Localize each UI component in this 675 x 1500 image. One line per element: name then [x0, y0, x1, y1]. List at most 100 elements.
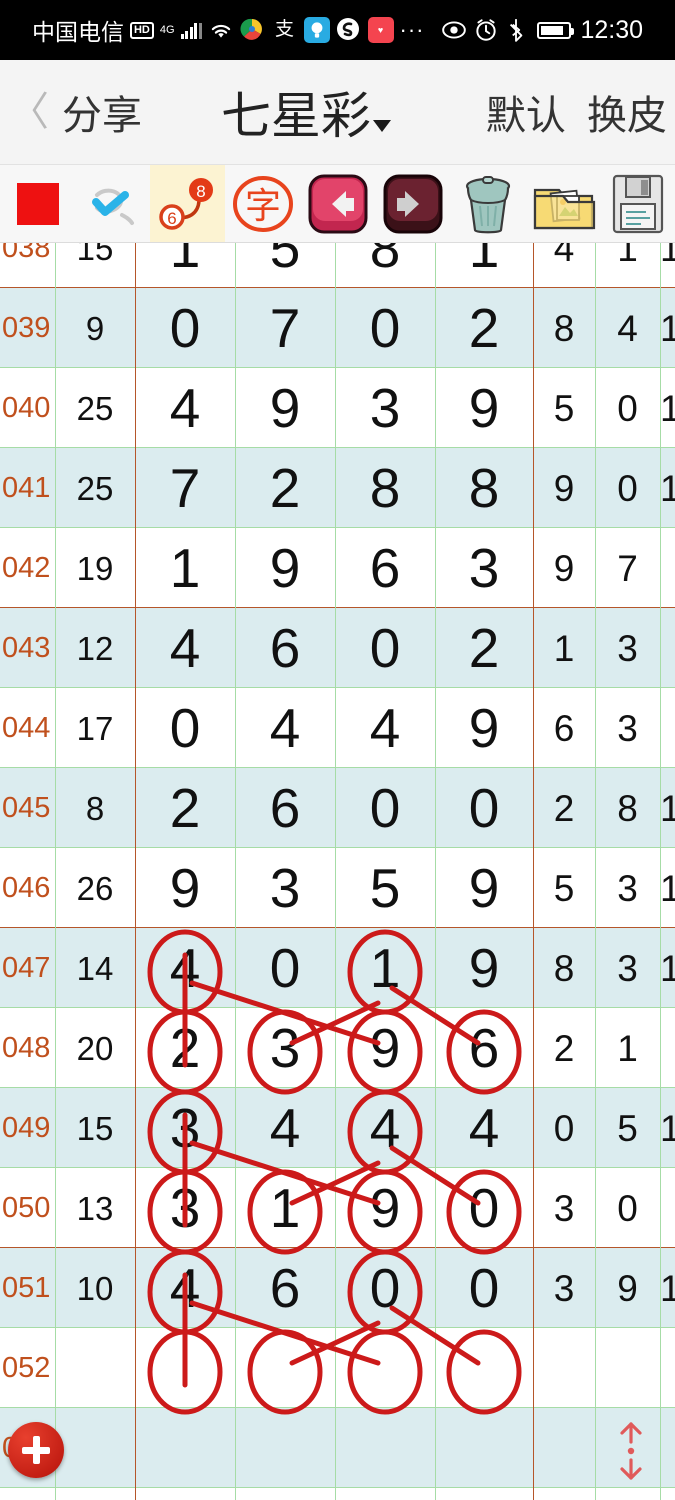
- cell-d6[interactable]: 0: [595, 448, 660, 528]
- trash-button[interactable]: [450, 165, 525, 242]
- share-button[interactable]: 分享: [62, 83, 142, 141]
- cell-d4[interactable]: 9: [435, 688, 533, 768]
- cell-d1[interactable]: 4: [135, 368, 235, 448]
- cell-d1[interactable]: 1: [135, 243, 235, 288]
- cell-d2[interactable]: 6: [235, 608, 335, 688]
- skin-default-label[interactable]: 默认: [486, 94, 566, 138]
- table-row[interactable]: 052: [0, 1328, 675, 1408]
- cell-id[interactable]: 051: [0, 1248, 55, 1328]
- cell-d2[interactable]: 6: [235, 1248, 335, 1328]
- back-arrow-button[interactable]: [300, 165, 375, 242]
- cell-id[interactable]: 042: [0, 528, 55, 608]
- cell-d2[interactable]: 9: [235, 528, 335, 608]
- skin-controls[interactable]: 默认 换皮: [476, 83, 667, 141]
- cell-d2[interactable]: [235, 1328, 335, 1408]
- cell-d5[interactable]: 1: [533, 608, 595, 688]
- cell-d7[interactable]: 1: [660, 768, 675, 848]
- cell-id[interactable]: 043: [0, 608, 55, 688]
- cell-d7[interactable]: [660, 1168, 675, 1248]
- cell-d5[interactable]: 3: [533, 1168, 595, 1248]
- cell-d5[interactable]: 6: [533, 688, 595, 768]
- cell-sum[interactable]: 15: [55, 1088, 135, 1168]
- check-pen-button[interactable]: [75, 165, 150, 242]
- cell-d3[interactable]: 0: [335, 608, 435, 688]
- cell-d7[interactable]: 1: [660, 368, 675, 448]
- cell-d1[interactable]: 2: [135, 768, 235, 848]
- cell-d5[interactable]: 8: [533, 288, 595, 368]
- table-row[interactable]: 041 25 7 2 8 8 9 0 1: [0, 448, 675, 528]
- cell-d1[interactable]: 2: [135, 1008, 235, 1088]
- table-row[interactable]: 039 9 0 7 0 2 8 4 1: [0, 288, 675, 368]
- cell-d5[interactable]: 9: [533, 448, 595, 528]
- cell-id[interactable]: 044: [0, 688, 55, 768]
- chevron-down-icon[interactable]: [372, 119, 391, 132]
- cell-id[interactable]: 047: [0, 928, 55, 1008]
- cell-d6[interactable]: 3: [595, 608, 660, 688]
- cell-d4[interactable]: [435, 1328, 533, 1408]
- cell-d4[interactable]: 4: [435, 1088, 533, 1168]
- cell-id[interactable]: 046: [0, 848, 55, 928]
- cell-d2[interactable]: 2: [235, 448, 335, 528]
- cell-sum[interactable]: 12: [55, 608, 135, 688]
- cell-d5[interactable]: 2: [533, 768, 595, 848]
- cell-d6[interactable]: 4: [595, 288, 660, 368]
- edit-toolbar[interactable]: 6 8 字: [0, 165, 675, 243]
- cell-sum[interactable]: 25: [55, 448, 135, 528]
- cell-id[interactable]: 040: [0, 368, 55, 448]
- cell-d5[interactable]: 5: [533, 848, 595, 928]
- cell-d4[interactable]: 2: [435, 288, 533, 368]
- connect-68-button[interactable]: 6 8: [150, 165, 225, 242]
- cell-d4[interactable]: 2: [435, 608, 533, 688]
- cell-d1[interactable]: 4: [135, 928, 235, 1008]
- cell-d1[interactable]: 0: [135, 288, 235, 368]
- cell-id[interactable]: 049: [0, 1088, 55, 1168]
- cell-id[interactable]: 050: [0, 1168, 55, 1248]
- cell-d5[interactable]: [533, 1328, 595, 1408]
- cell-d5[interactable]: 2: [533, 1008, 595, 1088]
- cell-d3[interactable]: [335, 1328, 435, 1408]
- cell-d5[interactable]: [533, 1408, 595, 1488]
- cell-d7[interactable]: 1: [660, 928, 675, 1008]
- cell-d6[interactable]: [595, 1328, 660, 1408]
- cell-sum[interactable]: 25: [55, 368, 135, 448]
- cell-sum[interactable]: 20: [55, 1008, 135, 1088]
- table-row[interactable]: 040 25 4 9 3 9 5 0 1: [0, 368, 675, 448]
- cell-d4[interactable]: 0: [435, 1248, 533, 1328]
- cell-id[interactable]: 045: [0, 768, 55, 848]
- cell-d2[interactable]: 4: [235, 1088, 335, 1168]
- cell-d2[interactable]: 7: [235, 288, 335, 368]
- cell-d4[interactable]: 9: [435, 928, 533, 1008]
- table-row[interactable]: 038 15 1 5 8 1 4 1 1: [0, 243, 675, 288]
- add-record-button[interactable]: [8, 1422, 64, 1478]
- cell-d7[interactable]: 1: [660, 1088, 675, 1168]
- cell-d4[interactable]: [435, 1408, 533, 1488]
- cell-d1[interactable]: 3: [135, 1088, 235, 1168]
- cell-d3[interactable]: 8: [335, 243, 435, 288]
- cell-d3[interactable]: 0: [335, 288, 435, 368]
- cell-d2[interactable]: [235, 1408, 335, 1488]
- cell-id[interactable]: 039: [0, 288, 55, 368]
- table-row[interactable]: 048 20 2 3 9 6 2 1: [0, 1008, 675, 1088]
- cell-d6[interactable]: 0: [595, 1168, 660, 1248]
- cell-d7[interactable]: [660, 608, 675, 688]
- table-row[interactable]: 042 19 1 9 6 3 9 7: [0, 528, 675, 608]
- gallery-button[interactable]: [525, 165, 600, 242]
- cell-sum[interactable]: [55, 1408, 135, 1488]
- lottery-table-scroll[interactable]: 038 15 1 5 8 1 4 1 1 039 9 0 7 0 2 8 4 1 040 25 4 9 3 9 5 0 1 041 25…: [0, 243, 675, 1500]
- cell-id[interactable]: 048: [0, 1008, 55, 1088]
- cell-d1[interactable]: 4: [135, 608, 235, 688]
- cell-d4[interactable]: 6: [435, 1008, 533, 1088]
- cell-d7[interactable]: [660, 1408, 675, 1488]
- cell-d1[interactable]: 4: [135, 1248, 235, 1328]
- cell-sum[interactable]: 9: [55, 288, 135, 368]
- table-row[interactable]: 046 26 9 3 5 9 5 3 1: [0, 848, 675, 928]
- cell-d1[interactable]: 3: [135, 1168, 235, 1248]
- cell-d4[interactable]: 9: [435, 848, 533, 928]
- cell-sum[interactable]: 17: [55, 688, 135, 768]
- cell-d7[interactable]: 1: [660, 243, 675, 288]
- cell-d2[interactable]: 5: [235, 243, 335, 288]
- cell-d3[interactable]: 0: [335, 1248, 435, 1328]
- cell-d6[interactable]: 1: [595, 1008, 660, 1088]
- cell-sum[interactable]: 14: [55, 928, 135, 1008]
- cell-d7[interactable]: 1: [660, 288, 675, 368]
